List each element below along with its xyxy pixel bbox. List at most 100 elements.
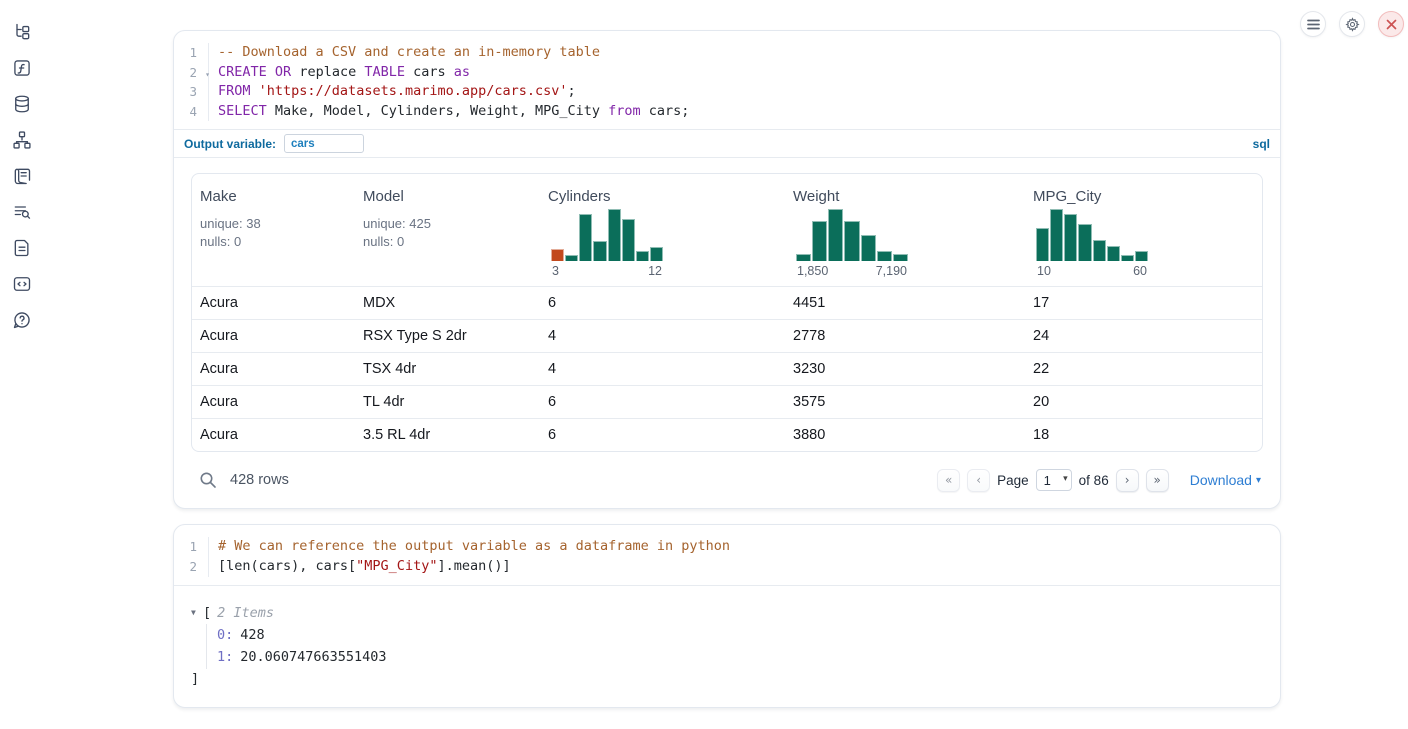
table-cell: Acura	[192, 353, 355, 385]
column-histogram[interactable]: 1,8507,190	[796, 205, 908, 278]
page-select[interactable]: 1	[1036, 469, 1072, 491]
column-histogram[interactable]: 1060	[1036, 205, 1148, 278]
items-count-label: 2 Items	[217, 605, 274, 621]
axis-min-label: 3	[552, 264, 559, 278]
histogram-bar[interactable]	[1121, 255, 1134, 262]
table-cell: Acura	[192, 320, 355, 352]
histogram-bar[interactable]	[877, 251, 892, 262]
code-token: replace	[291, 64, 364, 80]
notebook-cells: 1-- Download a CSV and create an in-memo…	[173, 30, 1281, 708]
code-token: 'https://datasets.marimo.app/cars.csv'	[259, 83, 568, 99]
table-row[interactable]: AcuraMDX6445117	[192, 286, 1262, 319]
table-header-row: Make unique: 38nulls: 0Modelunique: 425nu…	[192, 174, 1262, 286]
download-button[interactable]: Download ▾	[1190, 472, 1261, 488]
output-variable-label: Output variable:	[184, 137, 276, 151]
histogram-bar[interactable]	[812, 221, 827, 261]
shutdown-button[interactable]	[1378, 11, 1404, 37]
histogram-bar[interactable]	[1050, 209, 1063, 261]
histogram-bar[interactable]	[565, 255, 578, 262]
line-number: 2▾	[174, 63, 208, 83]
code-content: FROM 'https://datasets.marimo.app/cars.c…	[208, 82, 576, 102]
code-content: [len(cars), cars["MPG_City"].mean()]	[208, 557, 511, 577]
column-header-weight[interactable]: Weight1,8507,190	[785, 186, 1025, 286]
histogram-bar[interactable]	[579, 214, 592, 261]
column-name: Make	[200, 188, 347, 205]
code-token	[267, 64, 275, 80]
outline-icon[interactable]	[12, 166, 32, 186]
next-page-button[interactable]: ›	[1116, 469, 1139, 492]
column-summary: unique: 38nulls: 0	[200, 215, 347, 250]
chat-help-icon[interactable]	[12, 310, 32, 330]
logs-icon[interactable]	[12, 202, 32, 222]
code-token: from	[608, 103, 641, 119]
last-page-button[interactable]: »	[1146, 469, 1169, 492]
histogram-bar[interactable]	[796, 254, 811, 261]
python-code-editor[interactable]: 1# We can reference the output variable …	[174, 525, 1280, 584]
table-row[interactable]: AcuraTL 4dr6357520	[192, 385, 1262, 418]
table-cell: 22	[1025, 353, 1262, 385]
column-header-cylinders[interactable]: Cylinders312	[540, 186, 785, 286]
histogram-bar[interactable]	[861, 235, 876, 262]
column-header-model[interactable]: Modelunique: 425nulls: 0	[355, 186, 540, 286]
histogram-axis-labels: 1060	[1036, 264, 1148, 278]
line-number-text: 3	[189, 82, 205, 102]
histogram-bar[interactable]	[1036, 228, 1049, 262]
histogram-bar[interactable]	[893, 254, 908, 261]
prev-page-button[interactable]: ‹	[967, 469, 990, 492]
tree-entries: 0:4281:20.060747663551403	[206, 624, 1280, 669]
summary-line: unique: 38	[200, 215, 347, 233]
code-token: # We can reference the output variable a…	[218, 538, 730, 554]
table-cell: 18	[1025, 419, 1262, 451]
histogram-bar[interactable]	[1078, 224, 1091, 262]
output-variable-input[interactable]	[284, 134, 364, 153]
documentation-icon[interactable]	[12, 238, 32, 258]
code-content: CREATE OR replace TABLE cars as	[208, 63, 470, 83]
dependencies-icon[interactable]	[12, 130, 32, 150]
language-badge[interactable]: sql	[1253, 137, 1270, 151]
settings-button[interactable]	[1339, 11, 1365, 37]
histogram-bar[interactable]	[1135, 251, 1148, 262]
search-icon[interactable]	[199, 471, 217, 489]
histogram-bar[interactable]	[650, 247, 663, 262]
table-row[interactable]: AcuraRSX Type S 2dr4277824	[192, 319, 1262, 352]
axis-max-label: 60	[1133, 264, 1147, 278]
line-number-text: 1	[189, 43, 205, 63]
file-explorer-icon[interactable]	[12, 22, 32, 42]
histogram-bar[interactable]	[622, 219, 635, 261]
histogram-bar[interactable]	[636, 251, 649, 261]
histogram-bar[interactable]	[828, 209, 843, 261]
histogram-bar[interactable]	[593, 241, 606, 262]
table-row[interactable]: Acura3.5 RL 4dr6388018	[192, 418, 1262, 451]
column-header-make[interactable]: Make unique: 38nulls: 0	[192, 186, 355, 286]
code-token: CREATE	[218, 64, 267, 80]
histogram-bar[interactable]	[608, 209, 621, 261]
code-line: 2▾CREATE OR replace TABLE cars as	[174, 63, 1280, 83]
line-number-text: 4	[189, 102, 205, 122]
table-cell: 4451	[785, 287, 1025, 319]
table-cell: 6	[540, 419, 785, 451]
column-header-mpg_city[interactable]: MPG_City1060	[1025, 186, 1262, 286]
table-cell: Acura	[192, 287, 355, 319]
python-cell: 1# We can reference the output variable …	[173, 524, 1281, 707]
histogram-bar[interactable]	[551, 249, 564, 261]
table-row[interactable]: AcuraTSX 4dr4323022	[192, 352, 1262, 385]
code-token: cars	[405, 64, 454, 80]
line-number: 1	[174, 43, 208, 63]
snippets-icon[interactable]	[12, 274, 32, 294]
column-histogram[interactable]: 312	[551, 205, 663, 278]
chevron-down-icon: ▾	[1256, 475, 1261, 486]
datasources-icon[interactable]	[12, 94, 32, 114]
histogram-bar[interactable]	[1064, 214, 1077, 262]
code-token: SELECT	[218, 103, 267, 119]
menu-button[interactable]	[1300, 11, 1326, 37]
first-page-button[interactable]: «	[937, 469, 960, 492]
page-label: Page	[997, 473, 1029, 488]
sql-code-editor[interactable]: 1-- Download a CSV and create an in-memo…	[174, 31, 1280, 129]
table-cell: 6	[540, 287, 785, 319]
functions-icon[interactable]	[12, 58, 32, 78]
histogram-bar[interactable]	[1107, 246, 1120, 262]
histogram-bar[interactable]	[844, 221, 859, 261]
collapse-caret-icon[interactable]: ▼	[191, 608, 203, 617]
histogram-bar[interactable]	[1093, 240, 1106, 262]
code-token: OR	[275, 64, 291, 80]
